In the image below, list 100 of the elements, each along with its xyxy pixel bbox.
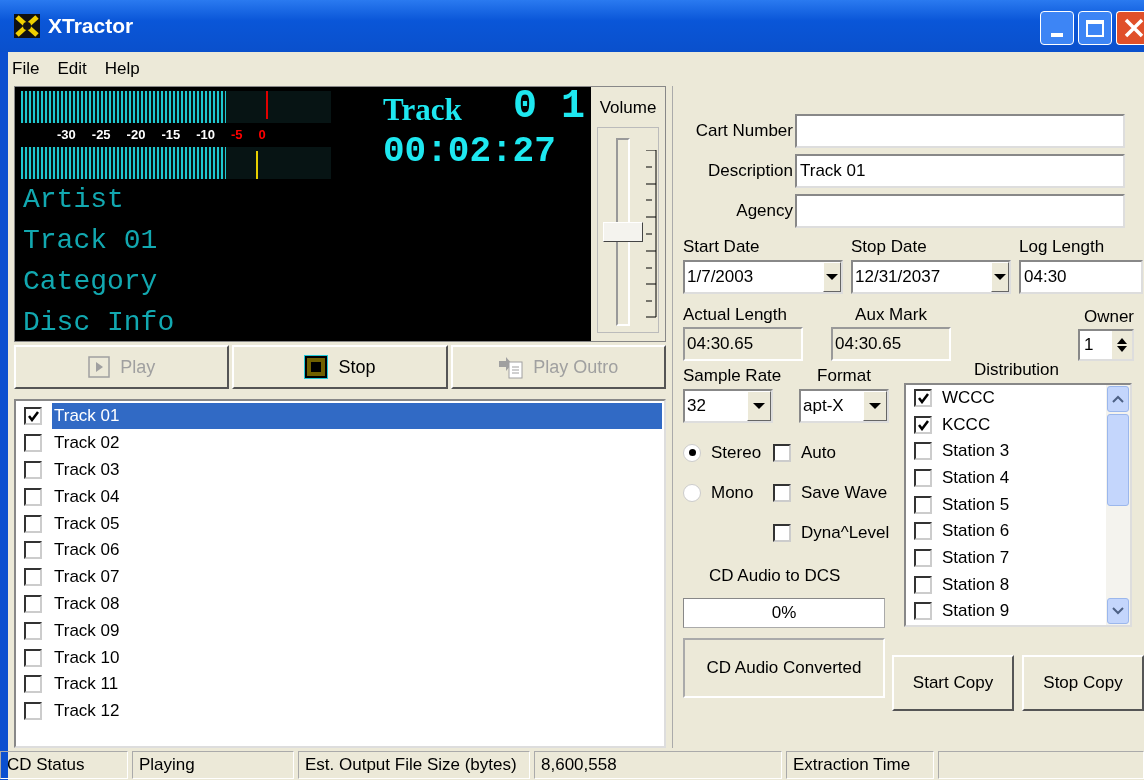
checkbox[interactable]	[24, 487, 42, 506]
station-item[interactable]: Station 5	[942, 491, 1010, 518]
peak-marker	[266, 91, 268, 119]
checkbox[interactable]	[914, 575, 932, 594]
checkbox[interactable]	[24, 434, 42, 453]
menu-item[interactable]: File	[12, 56, 40, 82]
format-label: Format	[817, 365, 871, 387]
conversion-label: CD Audio to DCS	[709, 564, 842, 587]
readonly-field: 04:30.65	[831, 327, 951, 361]
checkbox[interactable]	[24, 461, 42, 479]
text-field[interactable]	[795, 114, 1125, 148]
transport-button[interactable]: Stop	[232, 345, 448, 389]
scale-label: -5	[231, 127, 243, 143]
window-title: XTractor	[48, 13, 134, 40]
checkbox[interactable]	[24, 594, 42, 613]
radio-label: Stereo	[711, 441, 762, 464]
date-picker[interactable]: 12/31/2037	[851, 259, 1011, 294]
track-label: Track	[383, 91, 462, 129]
copy-button[interactable]: Start Copy	[892, 654, 1014, 711]
dropdown[interactable]: apt-X	[799, 388, 889, 423]
radio-label: Mono	[711, 481, 754, 504]
field-label: Stop Date	[851, 236, 928, 258]
text-field[interactable]: 04:30	[1019, 259, 1143, 294]
track-item[interactable]: Track 08	[52, 590, 662, 617]
checkbox[interactable]	[24, 702, 42, 721]
status-pane: 8,600,558	[534, 751, 782, 779]
track-number: 0 1	[513, 83, 585, 131]
track-item[interactable]: Track 09	[52, 617, 662, 644]
info-line: Artist	[23, 183, 125, 217]
close-button[interactable]	[1116, 11, 1144, 45]
text-field[interactable]	[795, 194, 1125, 228]
checkbox[interactable]	[24, 621, 42, 640]
info-line: Category	[23, 265, 159, 299]
minimize-button[interactable]	[1040, 11, 1074, 45]
text-field[interactable]: Track 01	[795, 154, 1125, 188]
checkbox[interactable]	[914, 602, 932, 621]
date-picker[interactable]: 1/7/2003	[683, 259, 843, 294]
maximize-button[interactable]	[1078, 11, 1112, 45]
checkbox[interactable]	[24, 648, 42, 667]
checkbox[interactable]	[24, 541, 42, 560]
field-label: Agency	[735, 200, 794, 223]
dropdown-arrow-icon	[994, 273, 1006, 280]
track-item[interactable]: Track 12	[52, 698, 662, 725]
station-item[interactable]: Station 9	[942, 598, 1010, 624]
track-item[interactable]: Track 05	[52, 510, 662, 537]
checkbox[interactable]	[773, 443, 791, 462]
checkbox[interactable]	[914, 548, 932, 567]
checkbox[interactable]	[914, 415, 932, 434]
scroll-up-icon[interactable]	[1112, 394, 1124, 403]
volume-slider[interactable]	[602, 137, 654, 326]
checkbox-label: Dyna^Level	[801, 521, 890, 544]
status-pane: Est. Output File Size (bytes)	[298, 751, 530, 779]
menu-item[interactable]: Edit	[57, 56, 87, 82]
scroll-down-icon[interactable]	[1112, 606, 1124, 615]
checkbox[interactable]	[914, 495, 932, 514]
field-label: Description	[706, 160, 794, 183]
track-item[interactable]: Track 07	[52, 564, 662, 591]
radio-button[interactable]	[683, 443, 701, 462]
checkbox[interactable]	[24, 675, 42, 694]
readonly-field: 04:30.65	[683, 327, 803, 361]
distribution-label: Distribution	[974, 359, 1060, 381]
scale-label: -20	[126, 127, 146, 143]
slider-thumb[interactable]	[603, 221, 643, 242]
sample-rate-label: Sample Rate	[683, 365, 783, 387]
checkbox[interactable]	[914, 468, 932, 487]
station-item[interactable]: Station 3	[942, 438, 1010, 464]
owner-spinner[interactable]: 1	[1078, 329, 1134, 361]
track-item[interactable]: Track 11	[52, 671, 662, 698]
checkbox[interactable]	[773, 523, 791, 542]
checkbox[interactable]	[773, 483, 791, 502]
station-item[interactable]: Station 8	[942, 571, 1010, 598]
checkbox[interactable]	[24, 407, 42, 426]
status-pane: Extraction Time	[786, 751, 934, 779]
checkbox-label: Save Wave	[801, 481, 888, 504]
checkbox[interactable]	[914, 388, 932, 407]
checkbox[interactable]	[24, 514, 42, 533]
checkbox[interactable]	[914, 522, 932, 541]
field-label: Aux Mark	[855, 303, 927, 326]
station-item[interactable]: WCCC	[942, 385, 995, 411]
volume-label: Volume	[599, 97, 657, 119]
radio-button[interactable]	[683, 483, 701, 502]
station-item[interactable]: Station 7	[942, 545, 1010, 571]
station-item[interactable]: KCCC	[942, 411, 991, 438]
copy-button[interactable]: Stop Copy	[1022, 654, 1144, 711]
dropdown[interactable]: 32	[683, 388, 773, 423]
track-item[interactable]: Track 02	[52, 430, 662, 457]
station-item[interactable]: Station 6	[942, 518, 1010, 544]
track-item[interactable]: Track 04	[52, 483, 662, 510]
track-item[interactable]: Track 10	[52, 644, 662, 671]
track-item[interactable]: Track 06	[52, 537, 662, 564]
track-item[interactable]: Track 01	[52, 403, 662, 430]
scale-label: -10	[196, 127, 215, 143]
menu-item[interactable]: Help	[104, 56, 140, 82]
field-label: Log Length	[1019, 236, 1106, 258]
play-icon	[88, 356, 111, 378]
track-item[interactable]: Track 03	[52, 457, 662, 483]
station-item[interactable]: Station 4	[942, 465, 1010, 491]
checkbox[interactable]	[24, 568, 42, 587]
checkbox[interactable]	[914, 442, 932, 461]
scrollbar[interactable]	[1106, 384, 1130, 625]
